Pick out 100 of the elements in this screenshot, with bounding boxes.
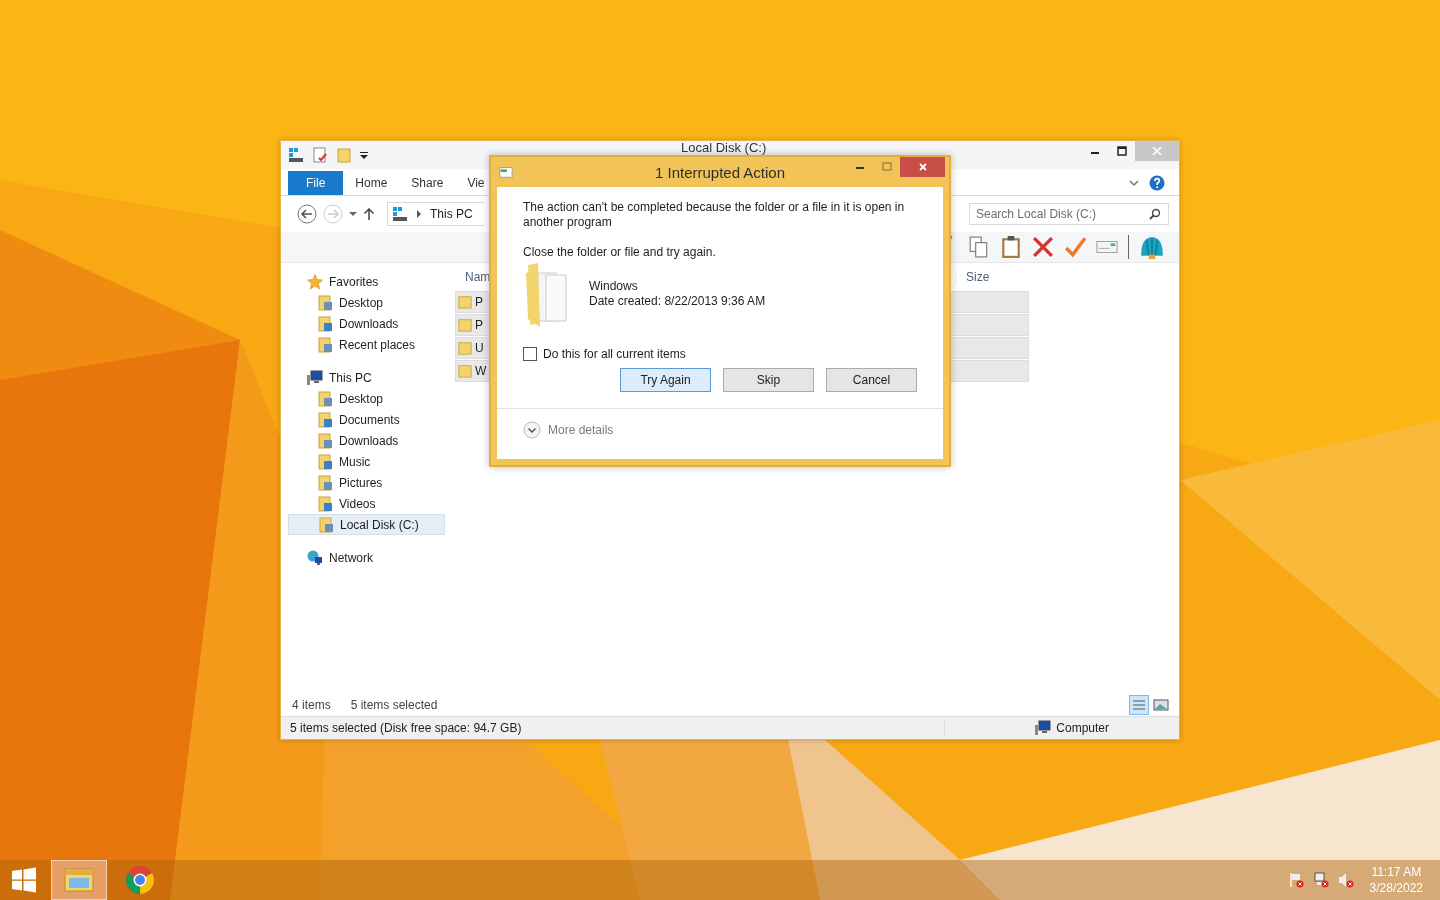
folder-icon <box>317 474 333 491</box>
item-count: 4 items <box>292 698 331 712</box>
ribbon-tab[interactable]: Home <box>343 171 400 195</box>
clock-time: 11:17 AM <box>1371 864 1422 880</box>
nav-label: Network <box>329 550 373 565</box>
column-header[interactable]: Nam <box>455 270 489 284</box>
nav-item[interactable]: Desktop <box>288 388 445 409</box>
ribbon-tab[interactable]: File <box>288 171 344 195</box>
dialog-button[interactable]: Cancel <box>826 368 917 392</box>
file-name: P <box>475 295 483 309</box>
nav-item[interactable]: Recent places <box>288 334 445 355</box>
close-button[interactable] <box>900 157 945 177</box>
nav-label: Downloads <box>339 433 399 448</box>
zone-label: Computer <box>1056 721 1109 735</box>
nav-item[interactable]: Downloads <box>288 313 445 334</box>
help-icon[interactable] <box>1149 175 1165 191</box>
folder-icon <box>317 336 333 353</box>
dialog-button[interactable]: Skip <box>723 368 814 392</box>
checkmark-icon[interactable] <box>1064 236 1086 258</box>
nav-item[interactable]: Favorites <box>288 271 445 292</box>
network-icon <box>307 549 323 566</box>
folder-icon <box>317 495 333 512</box>
clock-date: 3/28/2022 <box>1369 880 1423 896</box>
ribbon-tab[interactable]: Vie <box>455 171 485 195</box>
instruction-text: Close the folder or file and try again. <box>523 245 717 260</box>
address-bar[interactable]: This PC <box>387 202 484 226</box>
folder-icon <box>317 432 333 449</box>
computer-icon <box>1035 720 1052 736</box>
status-text: 5 items selected (Disk free space: 94.7 GB) <box>290 721 522 735</box>
nav-label: Pictures <box>339 475 383 490</box>
start-icon[interactable] <box>11 867 37 893</box>
nav-label: Local Disk (C:) <box>340 517 419 532</box>
properties-icon[interactable] <box>312 147 328 163</box>
nav-item[interactable]: Documents <box>288 409 445 430</box>
close-icon <box>917 162 928 172</box>
nav-item[interactable]: Music <box>288 451 445 472</box>
up-icon[interactable] <box>363 208 375 220</box>
nav-label: Recent places <box>339 337 416 352</box>
nav-item[interactable]: Pictures <box>288 472 445 493</box>
error-message: The action can't be completed because the folder or a file in it is open in another program <box>523 200 906 230</box>
nav-label: Favorites <box>329 274 379 289</box>
back-icon[interactable] <box>297 204 317 224</box>
app-icon <box>499 165 513 179</box>
checkbox-label: Do this for all current items <box>543 347 686 361</box>
copy-icon[interactable] <box>968 236 990 258</box>
nav-item[interactable]: This PC <box>288 367 445 388</box>
folder-icon <box>458 318 472 332</box>
breadcrumb-arrow-icon[interactable] <box>416 210 422 218</box>
nav-label: Videos <box>339 496 376 511</box>
nav-item[interactable]: Videos <box>288 493 445 514</box>
drive-icon <box>392 206 408 222</box>
folder-icon <box>458 295 472 309</box>
file-name: U <box>475 341 484 355</box>
nav-label: Documents <box>339 412 400 427</box>
folder-icon <box>317 390 333 407</box>
folder-icon <box>317 453 333 470</box>
date-created: Date created: 8/22/2013 9:36 AM <box>589 294 766 308</box>
file-name: Windows <box>589 279 639 293</box>
nav-label: This PC <box>329 370 372 385</box>
recent-dropdown-icon[interactable] <box>349 210 357 218</box>
speaker-muted-icon[interactable] <box>1337 872 1354 888</box>
drive-icon[interactable] <box>288 147 304 163</box>
expand-ribbon-icon[interactable] <box>1129 178 1139 188</box>
folder-icon <box>317 294 333 311</box>
nav-label: Desktop <box>339 391 384 406</box>
checkbox[interactable] <box>523 347 537 361</box>
folder-icon <box>317 411 333 428</box>
folder-icon <box>458 364 472 378</box>
dialog-button[interactable]: Try Again <box>620 368 711 392</box>
column-header[interactable]: Size <box>955 270 1032 284</box>
expand-icon[interactable] <box>523 421 541 439</box>
nav-label: Music <box>339 454 371 469</box>
star-icon <box>307 273 323 290</box>
nav-item[interactable]: Network <box>288 547 445 568</box>
clipboard-icon[interactable] <box>1000 236 1022 258</box>
nav-item[interactable]: Downloads <box>288 430 445 451</box>
breadcrumb[interactable]: This PC <box>430 207 473 221</box>
nav-item[interactable]: Desktop <box>288 292 445 313</box>
delete-icon[interactable] <box>1032 236 1054 258</box>
network-icon[interactable] <box>1312 872 1329 888</box>
search-field[interactable]: Search Local Disk (C:) <box>969 203 1169 225</box>
nav-label: Desktop <box>339 295 384 310</box>
file-name: W <box>475 364 487 378</box>
file-name: P <box>475 318 483 332</box>
window-title: Local Disk (C:) <box>681 141 767 155</box>
shell-icon[interactable] <box>1139 234 1165 260</box>
action-center-flag-icon[interactable] <box>1287 872 1304 888</box>
computer-icon <box>307 369 323 386</box>
browser-icon <box>124 864 156 896</box>
dropdown-icon[interactable] <box>360 151 368 159</box>
folder-icon <box>317 315 333 332</box>
more-details-link[interactable]: More details <box>548 423 614 437</box>
nav-item[interactable]: Local Disk (C:) <box>288 514 445 535</box>
selection-count: 5 items selected <box>350 698 438 712</box>
dialog-title: 1 Interrupted Action <box>654 164 786 181</box>
folder-icon <box>458 341 472 355</box>
maximize-icon <box>881 162 892 172</box>
ribbon-tab[interactable]: Share <box>399 171 456 195</box>
maximize-icon <box>1116 146 1127 156</box>
close-icon <box>1152 146 1162 156</box>
